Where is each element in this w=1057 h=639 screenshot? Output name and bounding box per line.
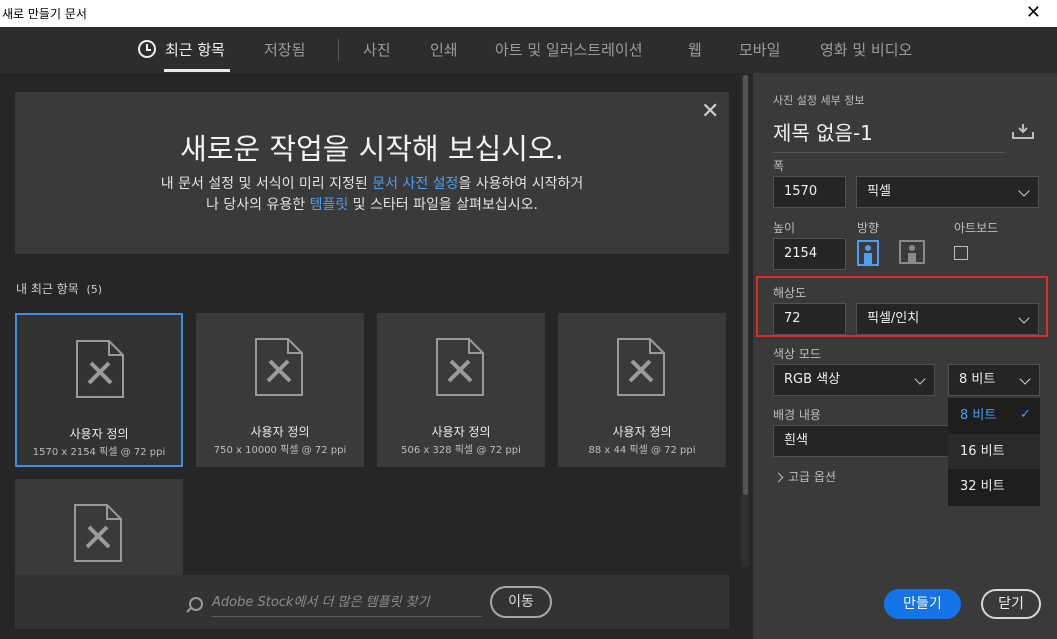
- tab-print[interactable]: 인쇄: [430, 39, 458, 60]
- recent-item-name: 사용자 정의: [431, 425, 491, 439]
- bit-depth-select[interactable]: 8 비트: [948, 364, 1040, 396]
- resolution-unit-value: 픽셀/인치: [867, 311, 920, 326]
- document-name-field[interactable]: 제목 없음-1: [773, 117, 1005, 153]
- window-title: 새로 만들기 문서: [2, 7, 87, 21]
- recent-item[interactable]: 사용자 정의 506 x 328 픽셀 @ 72 ppi: [377, 313, 545, 467]
- background-label: 배경 내용: [773, 408, 821, 422]
- recent-item-meta: 506 x 328 픽셀 @ 72 ppi: [401, 445, 521, 456]
- chevron-down-icon: [1019, 373, 1031, 385]
- banner-text: 및 스타터 파일을 살펴보십시오.: [348, 197, 538, 213]
- create-button[interactable]: 만들기: [884, 589, 961, 619]
- go-button[interactable]: 이동: [490, 586, 552, 618]
- width-input[interactable]: 1570: [773, 176, 846, 208]
- height-input[interactable]: 2154: [773, 238, 846, 270]
- recent-item-name: 사용자 정의: [250, 425, 310, 439]
- background-value: 흰색: [784, 433, 808, 448]
- color-mode-value: RGB 색상: [784, 372, 841, 387]
- tab-recent[interactable]: 최근 항목: [165, 39, 225, 60]
- clock-icon: [138, 40, 156, 58]
- bit-depth-dropdown: 8 비트 ✓ 16 비트 32 비트: [948, 398, 1040, 506]
- welcome-banner: ✕ 새로운 작업을 시작해 보십시오. 내 문서 설정 및 서식이 미리 지정된…: [15, 92, 729, 254]
- color-mode-select[interactable]: RGB 색상: [773, 364, 935, 396]
- recent-count: (5): [86, 283, 103, 296]
- banner-text-line2: 나 당사의 유용한 템플릿 및 스타터 파일을 살펴보십시오.: [15, 194, 729, 214]
- recent-item[interactable]: 사용자 정의 750 x 10000 픽셀 @ 72 ppi: [196, 313, 364, 467]
- recent-item-meta: 1570 x 2154 픽셀 @ 72 ppi: [32, 447, 166, 458]
- recent-item-name: 사용자 정의: [69, 427, 129, 441]
- recent-item[interactable]: 사용자 정의 88 x 44 픽셀 @ 72 ppi: [558, 313, 726, 467]
- width-unit-value: 픽셀: [867, 184, 891, 199]
- width-unit-select[interactable]: 픽셀: [856, 176, 1039, 208]
- artboard-checkbox[interactable]: [954, 246, 968, 260]
- search-icon: [189, 597, 203, 611]
- tab-film-video[interactable]: 영화 및 비디오: [820, 39, 912, 60]
- background-select[interactable]: 흰색: [773, 425, 956, 457]
- banner-title: 새로운 작업을 시작해 보십시오.: [180, 132, 564, 166]
- document-icon: [255, 338, 303, 396]
- width-label: 폭: [773, 159, 785, 173]
- document-icon: [617, 338, 665, 396]
- landscape-orientation-icon[interactable]: [899, 240, 925, 264]
- tab-divider: [338, 39, 339, 61]
- advanced-options-label: 고급 옵션: [788, 470, 836, 484]
- active-tab-indicator: [164, 69, 230, 72]
- stock-search-input[interactable]: Adobe Stock에서 더 많은 템플릿 찾기: [212, 591, 482, 617]
- document-icon: [74, 504, 122, 562]
- banner-text: 을 사용하여 시작하거: [458, 176, 584, 192]
- bit-depth-value: 8 비트: [959, 372, 996, 387]
- tab-mobile[interactable]: 모바일: [739, 39, 780, 60]
- resolution-label: 해상도: [773, 286, 807, 300]
- color-mode-label: 색상 모드: [773, 347, 821, 361]
- document-icon: [436, 338, 484, 396]
- templates-link[interactable]: 템플릿: [310, 197, 349, 213]
- recent-item[interactable]: [15, 479, 183, 575]
- chevron-down-icon: [1018, 185, 1030, 197]
- chevron-down-icon: [914, 373, 926, 385]
- height-label: 높이: [773, 221, 796, 235]
- close-button[interactable]: 닫기: [981, 589, 1041, 619]
- recent-item[interactable]: 사용자 정의 1570 x 2154 픽셀 @ 72 ppi: [15, 313, 183, 467]
- resolution-input[interactable]: 72: [773, 303, 846, 335]
- bit-option-16[interactable]: 16 비트: [960, 440, 1005, 459]
- window-close-button[interactable]: ✕: [1026, 2, 1041, 23]
- document-icon: [76, 340, 124, 398]
- save-preset-icon[interactable]: [1012, 123, 1034, 139]
- recent-pane: ✕ 새로운 작업을 시작해 보십시오. 내 문서 설정 및 서식이 미리 지정된…: [0, 73, 753, 639]
- recent-heading: 내 최근 항목 (5): [16, 280, 102, 297]
- checkmark-icon: ✓: [1020, 407, 1031, 422]
- bit-option-32[interactable]: 32 비트: [960, 475, 1005, 494]
- bit-option-8[interactable]: 8 비트: [960, 404, 996, 423]
- stock-search-bar: Adobe Stock에서 더 많은 템플릿 찾기 이동: [15, 575, 729, 629]
- recent-item-meta: 750 x 10000 픽셀 @ 72 ppi: [213, 445, 347, 456]
- orientation-label: 방향: [857, 221, 880, 235]
- recent-item-meta: 88 x 44 픽셀 @ 72 ppi: [588, 445, 696, 456]
- banner-text-line1: 내 문서 설정 및 서식이 미리 지정된 문서 사전 설정을 사용하여 시작하거: [15, 173, 729, 193]
- banner-text: 내 문서 설정 및 서식이 미리 지정된: [160, 176, 373, 192]
- preset-heading: 사진 설정 세부 정보: [773, 94, 865, 107]
- document-presets-link[interactable]: 문서 사전 설정: [372, 176, 458, 192]
- portrait-orientation-icon[interactable]: [857, 240, 879, 266]
- tab-web[interactable]: 웹: [688, 39, 702, 60]
- preset-details-panel: 사진 설정 세부 정보 제목 없음-1 폭 1570 픽셀 높이 방향 아트보드…: [753, 73, 1057, 639]
- chevron-right-icon: [773, 472, 784, 483]
- chevron-down-icon: [1018, 312, 1030, 324]
- artboard-label: 아트보드: [954, 221, 999, 235]
- resolution-unit-select[interactable]: 픽셀/인치: [856, 303, 1039, 335]
- advanced-options-toggle[interactable]: 고급 옵션: [773, 468, 836, 485]
- tab-art-illustration[interactable]: 아트 및 일러스트레이션: [495, 39, 643, 60]
- tab-photo[interactable]: 사진: [363, 39, 391, 60]
- category-tabs: 최근 항목 저장됨 사진 인쇄 아트 및 일러스트레이션 웹 모바일 영화 및 …: [0, 27, 1057, 73]
- banner-close-button[interactable]: ✕: [701, 99, 719, 124]
- window-titlebar: 새로 만들기 문서 ✕: [0, 0, 1057, 27]
- scrollbar-thumb[interactable]: [743, 75, 748, 495]
- recent-item-name: 사용자 정의: [612, 425, 672, 439]
- tab-saved[interactable]: 저장됨: [264, 39, 305, 60]
- recent-heading-label: 내 최근 항목: [16, 282, 79, 296]
- banner-text: 나 당사의 유용한: [206, 197, 310, 213]
